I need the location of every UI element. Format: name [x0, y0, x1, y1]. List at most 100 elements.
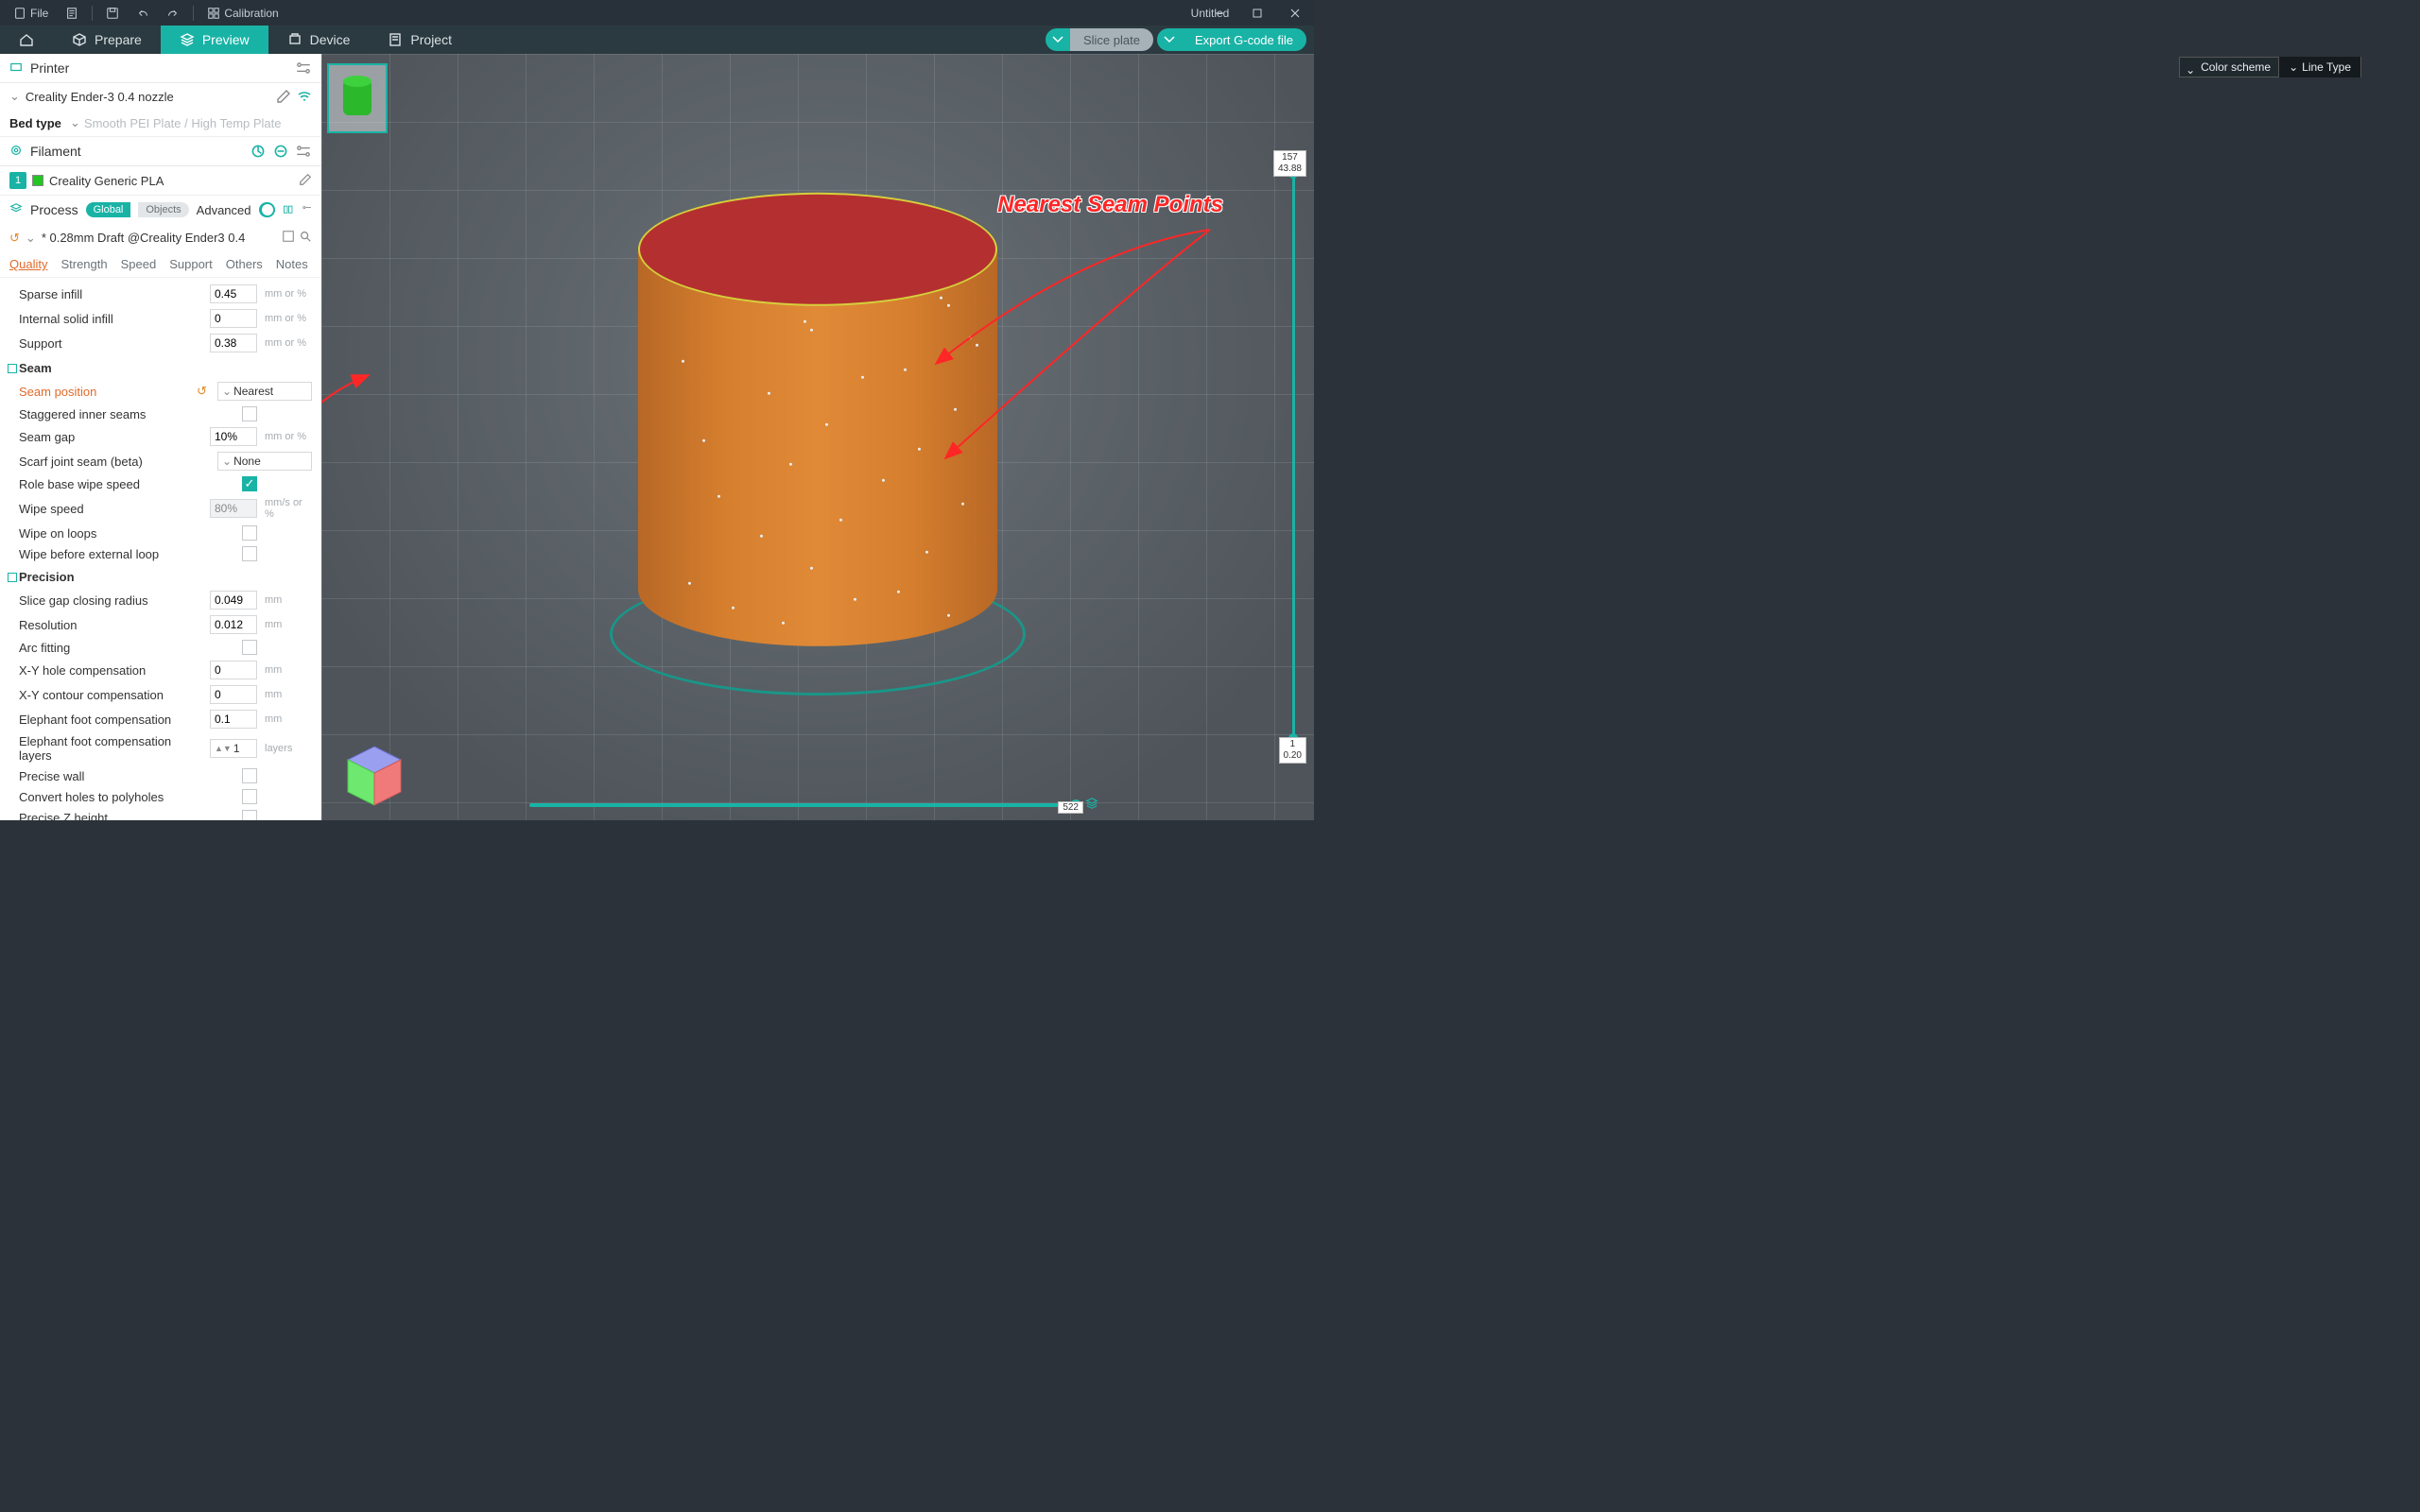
process-section-header: Process GlobalObjects Advanced — [0, 195, 321, 224]
seam-group-header[interactable]: Seam — [0, 355, 321, 379]
convert-holes-checkbox[interactable] — [242, 789, 257, 804]
preset-selector[interactable]: ↺ ⌄ * 0.28mm Draft @Creality Ender3 0.4 — [0, 224, 321, 251]
role-wipe-label: Role base wipe speed — [19, 477, 234, 491]
view-gizmo[interactable] — [337, 739, 412, 815]
sparse-infill-input[interactable] — [210, 284, 257, 303]
move-slider-horizontal[interactable] — [529, 803, 1078, 807]
tab-speed[interactable]: Speed — [121, 257, 157, 271]
precision-group-header[interactable]: Precision — [0, 564, 321, 588]
elephant-input[interactable] — [210, 710, 257, 729]
tab-notes[interactable]: Notes — [276, 257, 308, 271]
arc-fitting-checkbox[interactable] — [242, 640, 257, 655]
role-wipe-checkbox[interactable]: ✓ — [242, 476, 257, 491]
new-file-button[interactable] — [58, 3, 86, 24]
wipe-loops-checkbox[interactable] — [242, 525, 257, 541]
compare-icon[interactable] — [283, 201, 293, 218]
export-gcode-button[interactable]: Export G-code file — [1157, 28, 1306, 51]
reset-icon[interactable]: ↺ — [9, 231, 20, 246]
undo-button[interactable] — [129, 3, 157, 24]
filament-sync-out-icon[interactable] — [272, 143, 289, 160]
staggered-checkbox[interactable] — [242, 406, 257, 421]
save-preset-icon[interactable] — [282, 230, 295, 246]
wipe-loops-label: Wipe on loops — [19, 526, 234, 541]
filament-settings-icon[interactable] — [295, 143, 312, 160]
plate-thumbnail[interactable] — [327, 63, 388, 133]
filament-header-icon — [9, 144, 23, 160]
elephant-layers-spinner[interactable]: ▲▼1 — [210, 739, 257, 758]
internal-solid-input[interactable] — [210, 309, 257, 328]
home-tab[interactable] — [0, 26, 53, 54]
slice-plate-button[interactable]: Slice plate — [1046, 28, 1153, 51]
color-scheme-selector[interactable]: ⌄Color scheme ⌄Line Type — [2179, 57, 2361, 77]
search-preset-icon[interactable] — [299, 230, 312, 246]
save-button[interactable] — [98, 3, 127, 24]
precise-z-checkbox[interactable] — [242, 810, 257, 820]
printer-selector[interactable]: ⌄ Creality Ender-3 0.4 nozzle — [0, 83, 321, 110]
filament-sync-in-icon[interactable] — [250, 143, 267, 160]
seam-points — [638, 249, 997, 645]
page-icon — [65, 7, 78, 20]
xy-contour-input[interactable] — [210, 685, 257, 704]
wipe-speed-input[interactable] — [210, 499, 257, 518]
global-badge[interactable]: Global — [86, 202, 131, 217]
process-settings-icon[interactable] — [302, 201, 312, 218]
preset-name: * 0.28mm Draft @Creality Ender3 0.4 — [42, 231, 276, 245]
filament-edit-icon[interactable] — [299, 173, 312, 189]
precise-wall-label: Precise wall — [19, 769, 234, 783]
calibration-button[interactable]: Calibration — [199, 3, 285, 24]
objects-badge[interactable]: Objects — [138, 202, 188, 217]
bed-type-select[interactable]: ⌄Smooth PEI Plate / High Temp Plate — [70, 115, 312, 130]
tab-strength[interactable]: Strength — [60, 257, 107, 271]
redo-button[interactable] — [159, 3, 187, 24]
model-cylinder[interactable] — [638, 192, 997, 645]
preview-viewport[interactable]: ‹› — [321, 54, 1314, 820]
main-toolbar: Prepare Preview Device Project Slice pla… — [0, 26, 1314, 54]
seam-gap-input[interactable] — [210, 427, 257, 446]
settings-list[interactable]: Sparse infillmm or % Internal solid infi… — [0, 278, 321, 820]
resolution-input[interactable] — [210, 615, 257, 634]
file-menu[interactable]: File — [6, 3, 56, 24]
layer-slider-vertical[interactable] — [1292, 173, 1295, 739]
advanced-toggle[interactable] — [259, 202, 276, 217]
prepare-tab[interactable]: Prepare — [53, 26, 161, 54]
maximize-button[interactable] — [1238, 0, 1276, 26]
layer-bottom-badge: 1 0.20 — [1279, 737, 1306, 764]
close-button[interactable] — [1276, 0, 1314, 26]
unit-label: mm — [265, 689, 312, 700]
filament-color-swatch[interactable] — [32, 175, 43, 186]
precise-wall-checkbox[interactable] — [242, 768, 257, 783]
reset-icon[interactable]: ↺ — [197, 384, 210, 399]
scarf-select[interactable]: ⌄None — [217, 452, 312, 471]
wipe-before-ext-checkbox[interactable] — [242, 546, 257, 561]
printer-header-icon — [9, 60, 23, 77]
filament-index: 1 — [9, 172, 26, 189]
unit-label: layers — [265, 743, 312, 754]
scarf-value: None — [233, 455, 261, 468]
tab-quality[interactable]: Quality — [9, 257, 47, 271]
filament-row[interactable]: 1 Creality Generic PLA — [0, 166, 321, 195]
support-input[interactable] — [210, 334, 257, 352]
xy-hole-label: X-Y hole compensation — [19, 663, 202, 678]
model-wall — [638, 249, 997, 645]
preview-tab[interactable]: Preview — [161, 26, 268, 54]
export-dropdown-icon[interactable] — [1157, 28, 1182, 51]
support-label: Support — [19, 336, 202, 351]
slice-dropdown-icon[interactable] — [1046, 28, 1070, 51]
tab-support[interactable]: Support — [169, 257, 213, 271]
layer-stack-icon — [1085, 797, 1098, 813]
move-slider-value: 522 — [1058, 801, 1083, 814]
xy-hole-input[interactable] — [210, 661, 257, 679]
project-tab[interactable]: Project — [369, 26, 471, 54]
bed-type-value: Smooth PEI Plate / High Temp Plate — [84, 116, 282, 130]
wipe-before-ext-label: Wipe before external loop — [19, 547, 234, 561]
wifi-icon[interactable] — [297, 89, 312, 104]
seam-position-select[interactable]: ⌄Nearest — [217, 382, 312, 401]
edit-icon[interactable] — [276, 89, 291, 104]
slice-gap-input[interactable] — [210, 591, 257, 610]
printer-icon — [287, 32, 302, 47]
device-tab[interactable]: Device — [268, 26, 370, 54]
export-gcode-label: Export G-code file — [1182, 28, 1306, 51]
printer-settings-icon[interactable] — [295, 60, 312, 77]
filament-name: Creality Generic PLA — [49, 174, 293, 188]
tab-others[interactable]: Others — [226, 257, 263, 271]
